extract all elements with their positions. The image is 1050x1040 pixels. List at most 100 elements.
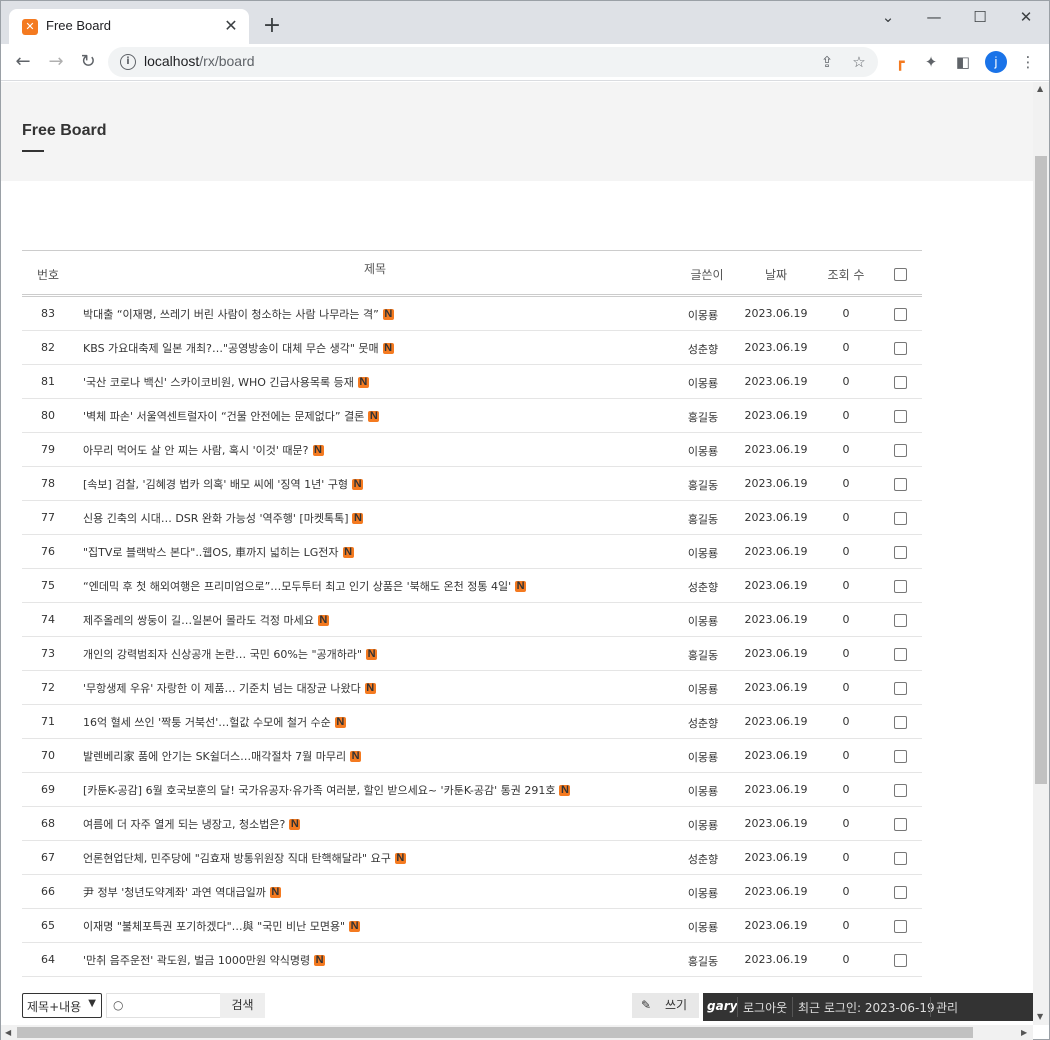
post-title[interactable]: “엔데믹 후 첫 해외여행은 프리미엄으로”…모두투터 최고 인기 상품은 '북… — [83, 578, 527, 594]
row-checkbox[interactable] — [894, 410, 907, 423]
post-title[interactable]: '국산 코로나 백신' 스카이코비원, WHO 긴급사용목록 등재 N — [83, 374, 369, 390]
minimize-icon[interactable]: — — [914, 7, 954, 27]
admin-link[interactable]: 관리 — [936, 999, 958, 1016]
row-checkbox[interactable] — [894, 444, 907, 457]
browser-tab[interactable]: ✕ Free Board ✕ — [9, 9, 249, 44]
table-row[interactable]: 83 박대출 “이재명, 쓰레기 버린 사람이 청소하는 사람 나무라는 격” N 이… — [22, 297, 922, 331]
site-info-icon[interactable]: i — [120, 54, 136, 70]
table-row[interactable]: 77 신용 긴축의 시대… DSR 완화 가능성 '역주행' [마켓톡톡] N 홍길동… — [22, 501, 922, 535]
row-checkbox[interactable] — [894, 614, 907, 627]
scroll-up-icon[interactable]: ▲ — [1037, 84, 1043, 93]
search-type-select[interactable]: 제목+내용 ▼ — [22, 993, 102, 1018]
bookmark-star-icon[interactable]: ☆ — [849, 52, 869, 72]
table-row[interactable]: 74 제주올레의 쌍둥이 길…일본어 몰라도 걱정 마세요 N 이몽룡 2023.06.… — [22, 603, 922, 637]
new-tab-icon[interactable]: + — [260, 14, 284, 38]
vertical-scroll-thumb[interactable] — [1035, 156, 1047, 784]
post-author[interactable]: 이몽룡 — [673, 749, 733, 765]
post-title[interactable]: [속보] 검찰, '김혜경 법카 의혹' 배모 씨에 '징역 1년' 구형 N — [83, 476, 364, 492]
row-checkbox[interactable] — [894, 920, 907, 933]
table-row[interactable]: 68 여름에 더 자주 열게 되는 냉장고, 청소법은? N 이몽룡 2023.06.1… — [22, 807, 922, 841]
post-title[interactable]: '벽체 파손' 서울역센트럴자이 “건물 안전에는 문제없다” 결론 N — [83, 408, 380, 424]
row-checkbox[interactable] — [894, 512, 907, 525]
post-title[interactable]: 발렌베리家 품에 안기는 SK쉴더스…매각절차 7월 마무리 N — [83, 748, 362, 764]
post-title[interactable]: KBS 가요대축제 일본 개최?…"공영방송이 대체 무슨 생각" 뭇매 N — [83, 340, 394, 356]
search-input[interactable]: ○ — [106, 993, 221, 1018]
row-checkbox[interactable] — [894, 750, 907, 763]
tab-close-icon[interactable]: ✕ — [221, 16, 241, 36]
post-author[interactable]: 이몽룡 — [673, 681, 733, 697]
row-checkbox[interactable] — [894, 342, 907, 355]
post-author[interactable]: 이몽룡 — [673, 885, 733, 901]
post-title[interactable]: "집TV로 블랙박스 본다"..웹OS, 車까지 넓히는 LG전자 N — [83, 544, 354, 560]
post-author[interactable]: 이몽룡 — [673, 817, 733, 833]
post-title[interactable]: 이재명 "불체포특권 포기하겠다"…與 "국민 비난 모면용" N — [83, 918, 361, 934]
extensions-puzzle-icon[interactable]: ✦ — [921, 52, 941, 72]
scroll-down-icon[interactable]: ▼ — [1037, 1012, 1043, 1021]
post-author[interactable]: 이몽룡 — [673, 545, 733, 561]
post-author[interactable]: 이몽룡 — [673, 443, 733, 459]
post-title[interactable]: '만취 음주운전' 곽도원, 벌금 1000만원 약식명령 N — [83, 952, 326, 968]
row-checkbox[interactable] — [894, 852, 907, 865]
table-row[interactable]: 70 발렌베리家 품에 안기는 SK쉴더스…매각절차 7월 마무리 N 이몽룡 2023… — [22, 739, 922, 773]
table-row[interactable]: 66 尹 정부 '청년도약계좌' 과연 역대급일까 N 이몽룡 2023.06.19 0 — [22, 875, 922, 909]
post-author[interactable]: 성춘향 — [673, 579, 733, 595]
post-title[interactable]: 박대출 “이재명, 쓰레기 버린 사람이 청소하는 사람 나무라는 격” N — [83, 306, 394, 322]
chevron-down-icon[interactable]: ⌄ — [868, 7, 908, 27]
username[interactable]: gary — [707, 999, 737, 1013]
horizontal-scrollbar[interactable]: ◀ ▶ — [1, 1025, 1033, 1040]
reload-icon[interactable]: ↻ — [75, 49, 101, 75]
row-checkbox[interactable] — [894, 886, 907, 899]
post-title[interactable]: '무항생제 우유' 자랑한 이 제품… 기준치 넘는 대장균 나왔다 N — [83, 680, 376, 696]
post-title[interactable]: 尹 정부 '청년도약계좌' 과연 역대급일까 N — [83, 884, 281, 900]
row-checkbox[interactable] — [894, 308, 907, 321]
address-bar[interactable]: i localhost/rx/board ⇪ ☆ — [108, 47, 878, 77]
row-checkbox[interactable] — [894, 716, 907, 729]
table-row[interactable]: 65 이재명 "불체포특권 포기하겠다"…與 "국민 비난 모면용" N 이몽룡 202… — [22, 909, 922, 943]
table-row[interactable]: 79 아무리 먹어도 살 안 찌는 사람, 혹시 '이것' 때문? N 이몽룡 2023… — [22, 433, 922, 467]
menu-kebab-icon[interactable]: ⋮ — [1018, 52, 1038, 72]
post-author[interactable]: 홍길동 — [673, 409, 733, 425]
table-row[interactable]: 76 "집TV로 블랙박스 본다"..웹OS, 車까지 넓히는 LG전자 N 이몽룡 2… — [22, 535, 922, 569]
post-author[interactable]: 이몽룡 — [673, 919, 733, 935]
row-checkbox[interactable] — [894, 818, 907, 831]
post-author[interactable]: 홍길동 — [673, 953, 733, 969]
post-title[interactable]: 여름에 더 자주 열게 되는 냉장고, 청소법은? N — [83, 816, 301, 832]
row-checkbox[interactable] — [894, 648, 907, 661]
profile-avatar[interactable]: j — [985, 51, 1007, 73]
table-row[interactable]: 64 '만취 음주운전' 곽도원, 벌금 1000만원 약식명령 N 홍길동 2023.… — [22, 943, 922, 977]
table-row[interactable]: 82 KBS 가요대축제 일본 개최?…"공영방송이 대체 무슨 생각" 뭇매 N 성… — [22, 331, 922, 365]
post-author[interactable]: 이몽룡 — [673, 783, 733, 799]
post-author[interactable]: 홍길동 — [673, 647, 733, 663]
horizontal-scroll-thumb[interactable] — [17, 1027, 973, 1038]
post-author[interactable]: 홍길동 — [673, 477, 733, 493]
post-title[interactable]: [카툰K-공감] 6월 호국보훈의 달! 국가유공자·유가족 여러분, 할인 받… — [83, 782, 571, 798]
scroll-left-icon[interactable]: ◀ — [5, 1028, 11, 1037]
maximize-icon[interactable]: ☐ — [960, 7, 1000, 27]
row-checkbox[interactable] — [894, 478, 907, 491]
table-row[interactable]: 71 16억 혈세 쓰인 '짝퉁 거북선'…헐값 수모에 철거 수순 N 성춘향 202… — [22, 705, 922, 739]
post-title[interactable]: 신용 긴축의 시대… DSR 완화 가능성 '역주행' [마켓톡톡] N — [83, 510, 364, 526]
share-icon[interactable]: ⇪ — [817, 52, 837, 72]
post-author[interactable]: 홍길동 — [673, 511, 733, 527]
extension-orange-icon[interactable]: ┏ — [890, 52, 910, 72]
post-title[interactable]: 언론현업단체, 민주당에 "김효재 방통위원장 직대 탄핵해달라" 요구 N — [83, 850, 406, 866]
row-checkbox[interactable] — [894, 580, 907, 593]
post-author[interactable]: 성춘향 — [673, 851, 733, 867]
row-checkbox[interactable] — [894, 784, 907, 797]
window-close-icon[interactable]: ✕ — [1006, 7, 1046, 27]
table-row[interactable]: 69 [카툰K-공감] 6월 호국보훈의 달! 국가유공자·유가족 여러분, 할인… — [22, 773, 922, 807]
post-title[interactable]: 16억 혈세 쓰인 '짝퉁 거북선'…헐값 수모에 철거 수순 N — [83, 714, 346, 730]
row-checkbox[interactable] — [894, 954, 907, 967]
select-all-checkbox[interactable] — [894, 268, 907, 281]
forward-arrow-icon[interactable]: → — [43, 49, 69, 75]
post-title[interactable]: 개인의 강력범죄자 신상공개 논란… 국민 60%는 "공개하라" N — [83, 646, 378, 662]
side-panel-icon[interactable]: ◧ — [953, 52, 973, 72]
table-row[interactable]: 78 [속보] 검찰, '김혜경 법카 의혹' 배모 씨에 '징역 1년' 구형 N… — [22, 467, 922, 501]
write-button[interactable]: ✎ 쓰기 — [632, 993, 699, 1018]
row-checkbox[interactable] — [894, 682, 907, 695]
table-row[interactable]: 75 “엔데믹 후 첫 해외여행은 프리미엄으로”…모두투터 최고 인기 상품은 … — [22, 569, 922, 603]
logout-link[interactable]: 로그아웃 — [743, 999, 787, 1016]
table-row[interactable]: 72 '무항생제 우유' 자랑한 이 제품… 기준치 넘는 대장균 나왔다 N 이몽룡… — [22, 671, 922, 705]
back-arrow-icon[interactable]: ← — [10, 49, 36, 75]
row-checkbox[interactable] — [894, 546, 907, 559]
